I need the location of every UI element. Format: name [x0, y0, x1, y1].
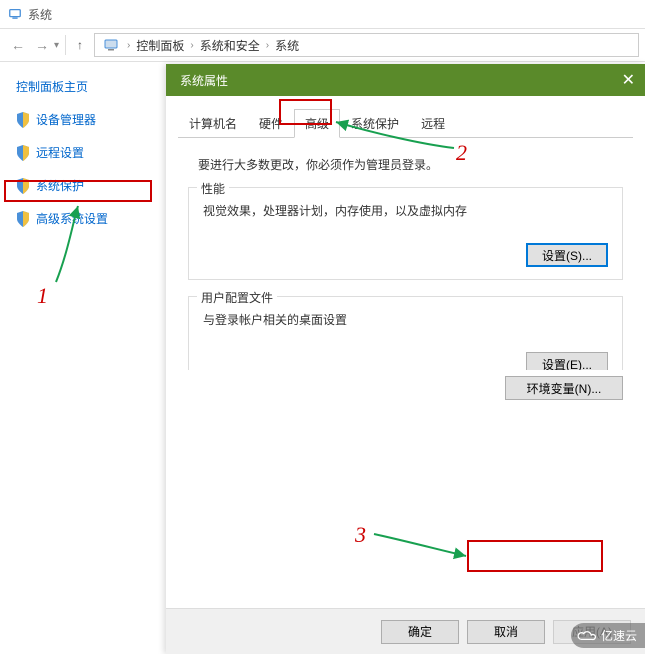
tab-remote[interactable]: 远程 — [410, 109, 456, 138]
breadcrumb-item[interactable]: 控制面板 — [134, 37, 186, 54]
chevron-right-icon: › — [186, 40, 197, 51]
admin-note: 要进行大多数更改，你必须作为管理员登录。 — [198, 156, 623, 173]
shield-icon — [16, 112, 30, 128]
breadcrumb-item[interactable]: 系统 — [273, 37, 301, 54]
group-user-profile: 用户配置文件 与登录帐户相关的桌面设置 设置(E)... — [188, 296, 623, 370]
annotation-label-2: 2 — [456, 140, 467, 166]
sidebar-item-label: 远程设置 — [36, 144, 84, 161]
dialog-body: 要进行大多数更改，你必须作为管理员登录。 性能 视觉效果，处理器计划，内存使用，… — [166, 138, 645, 370]
group-desc: 与登录帐户相关的桌面设置 — [203, 311, 608, 328]
group-desc: 视觉效果，处理器计划，内存使用，以及虚拟内存 — [203, 202, 608, 219]
sidebar: 控制面板主页 设备管理器 远程设置 系统保护 高级系统设置 — [0, 62, 160, 654]
cancel-button[interactable]: 取消 — [467, 620, 545, 644]
watermark-text: 亿速云 — [601, 627, 637, 644]
env-variables-button[interactable]: 环境变量(N)... — [505, 376, 623, 400]
tab-row: 计算机名 硬件 高级 系统保护 远程 — [178, 108, 633, 138]
nav-history-dropdown[interactable]: ▾ — [54, 40, 59, 51]
perf-settings-button[interactable]: 设置(S)... — [526, 243, 608, 267]
group-title: 性能 — [197, 180, 229, 197]
separator — [65, 35, 66, 55]
watermark: 亿速云 — [571, 623, 645, 648]
sidebar-item-device-manager[interactable]: 设备管理器 — [16, 109, 152, 130]
dialog-titlebar: 系统属性 ✕ — [166, 64, 645, 96]
chevron-right-icon: › — [262, 40, 273, 51]
nav-back-icon[interactable]: ← — [8, 35, 28, 55]
shield-icon — [16, 145, 30, 161]
address-bar: ← → ▾ ↑ › 控制面板 › 系统和安全 › 系统 — [0, 28, 645, 62]
tab-computer-name[interactable]: 计算机名 — [178, 109, 248, 138]
window-title: 系统 — [28, 6, 52, 23]
window-titlebar: 系统 — [0, 0, 645, 28]
breadcrumb-box[interactable]: › 控制面板 › 系统和安全 › 系统 — [94, 33, 639, 57]
group-title: 用户配置文件 — [197, 289, 277, 306]
nav-forward-icon[interactable]: → — [32, 35, 52, 55]
tab-system-protect[interactable]: 系统保护 — [340, 109, 410, 138]
breadcrumb-item[interactable]: 系统和安全 — [198, 37, 262, 54]
annotation-box-3 — [467, 540, 603, 572]
sidebar-item-label: 高级系统设置 — [36, 210, 108, 227]
group-performance: 性能 视觉效果，处理器计划，内存使用，以及虚拟内存 设置(S)... — [188, 187, 623, 280]
profile-settings-button[interactable]: 设置(E)... — [526, 352, 608, 370]
chevron-right-icon: › — [123, 40, 134, 51]
close-icon[interactable]: ✕ — [622, 70, 635, 90]
sidebar-title[interactable]: 控制面板主页 — [16, 78, 152, 95]
system-icon — [8, 7, 22, 21]
annotation-label-3: 3 — [355, 522, 366, 548]
annotation-label-1: 1 — [37, 283, 48, 309]
ok-button[interactable]: 确定 — [381, 620, 459, 644]
nav-up-icon[interactable]: ↑ — [70, 35, 90, 55]
sidebar-item-advanced-settings[interactable]: 高级系统设置 — [16, 208, 152, 229]
sidebar-item-label: 设备管理器 — [36, 111, 96, 128]
shield-icon — [16, 211, 30, 227]
cloud-icon — [577, 629, 597, 643]
dialog-title: 系统属性 — [180, 72, 228, 89]
sidebar-item-remote-settings[interactable]: 远程设置 — [16, 142, 152, 163]
annotation-box-1 — [4, 180, 152, 202]
annotation-box-2 — [279, 99, 332, 125]
pc-icon — [103, 37, 119, 53]
